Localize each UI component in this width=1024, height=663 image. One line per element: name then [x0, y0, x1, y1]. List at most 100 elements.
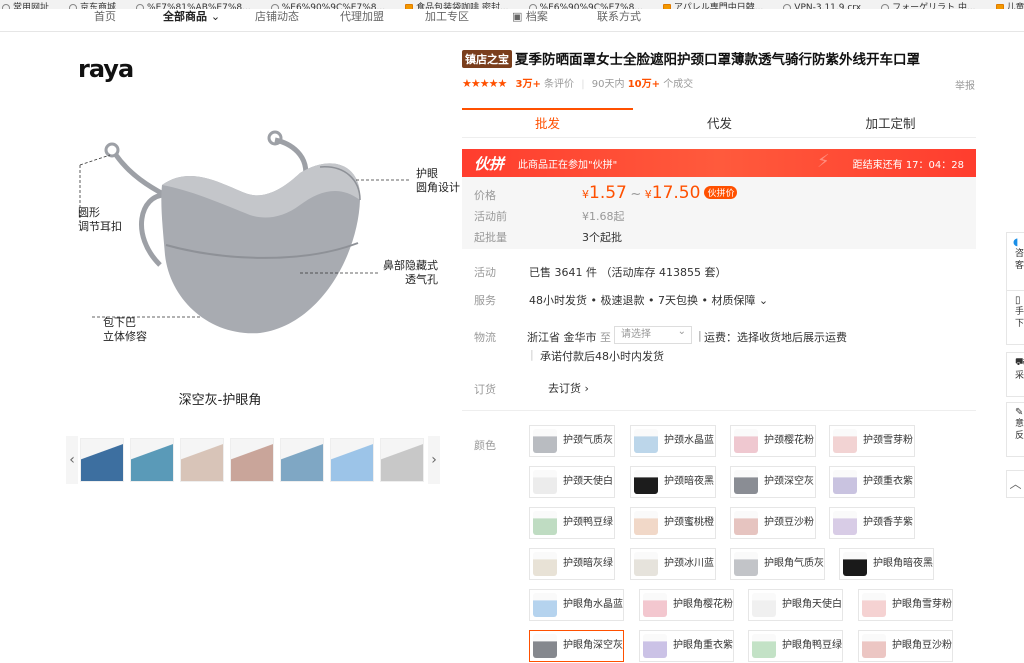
chevron-left-icon[interactable]: ‹	[66, 436, 78, 484]
color-swatch	[752, 634, 776, 658]
review-suffix: 条评价	[544, 79, 575, 90]
sidebar-mobile[interactable]: ▯ 手 下	[1006, 290, 1024, 345]
product-title: 镇店之宝 夏季防晒面罩女士全脸遮阳护颈口罩薄款透气骑行防紫外线开车口罩	[462, 48, 920, 68]
color-swatch	[734, 470, 758, 494]
color-option[interactable]: 护眼角重衣紫	[639, 630, 734, 662]
color-option-label: 护眼角雪芽粉	[892, 599, 952, 610]
color-option[interactable]: 护眼角鸭豆绿	[748, 630, 843, 662]
color-option[interactable]: 护颈深空灰	[730, 466, 816, 498]
color-option[interactable]: 护颈豆沙粉	[730, 507, 816, 539]
phone-icon: ▯	[1015, 295, 1021, 306]
sidebar-consult-label: 咨 客	[1015, 249, 1024, 271]
color-option[interactable]: 护颈水晶蓝	[630, 425, 716, 457]
sidebar-purchase[interactable]: ⛟ 采	[1006, 352, 1024, 397]
destination-select[interactable]: 请选择	[614, 324, 692, 344]
product-thumbnail[interactable]	[330, 438, 374, 482]
countdown: 距结束还有 17：04：28	[852, 160, 964, 171]
color-option[interactable]: 护颈樱花粉	[730, 425, 816, 457]
nav-item-contact[interactable]: 联系方式	[597, 9, 641, 24]
ship-to: 至	[600, 331, 611, 344]
product-thumbnail[interactable]	[280, 438, 324, 482]
product-thumbnail[interactable]	[180, 438, 224, 482]
color-swatch	[833, 511, 857, 535]
color-option[interactable]: 护颈气质灰	[529, 425, 615, 457]
color-option[interactable]: 护眼角天使白	[748, 589, 843, 621]
color-option[interactable]: 护颈暗灰绿	[529, 548, 615, 580]
group-buy-banner: 伙拼 此商品正在参加"伙拼" ⚡ 距结束还有 17：04：28	[462, 149, 976, 177]
tab-dropship[interactable]: 代发	[634, 108, 805, 138]
nav-item-processing[interactable]: 加工专区	[425, 9, 469, 24]
color-option[interactable]: 护颈雪芽粉	[829, 425, 915, 457]
product-thumbnail[interactable]	[80, 438, 124, 482]
color-option-label: 护颈水晶蓝	[664, 435, 714, 446]
product-thumbnail[interactable]	[130, 438, 174, 482]
purchase-tabs: 批发 代发 加工定制	[462, 108, 976, 138]
nav-item-home[interactable]: 首页	[94, 9, 116, 24]
color-option[interactable]: 护颈蜜桃橙	[630, 507, 716, 539]
color-option-label: 护眼角天使白	[782, 599, 842, 610]
color-option[interactable]: 护颈鸭豆绿	[529, 507, 615, 539]
group-buy-logo: 伙拼	[474, 155, 505, 173]
archive-icon: ▣	[512, 10, 523, 23]
color-label: 颜色	[474, 439, 496, 452]
moq-value: 3个起批	[582, 231, 622, 244]
tab-wholesale[interactable]: 批发	[462, 108, 633, 138]
color-swatch	[862, 634, 886, 658]
bookmarks-bar: 常用网址 京东商城 %E7%81%AB%E7%8... %E6%90%9C%E7%8.…	[0, 0, 1024, 9]
product-thumbnail[interactable]	[380, 438, 424, 482]
product-main-image[interactable]	[70, 125, 440, 345]
color-option-label: 护颈雪芽粉	[863, 435, 913, 446]
tab-custom[interactable]: 加工定制	[805, 108, 976, 138]
color-option-label: 护颈蜜桃橙	[664, 517, 714, 528]
sales-period: 90天内	[591, 79, 625, 90]
color-option-label: 护颈暗夜黑	[664, 476, 714, 487]
review-count[interactable]: 3万+	[516, 79, 541, 90]
color-option-label: 护眼角豆沙粉	[892, 640, 952, 651]
color-option[interactable]: 护颈暗夜黑	[630, 466, 716, 498]
ship-from: 浙江省 金华市	[527, 331, 597, 344]
product-thumbnail[interactable]	[230, 438, 274, 482]
sidebar-mobile-label: 手 下	[1015, 307, 1024, 329]
service-value[interactable]: 48小时发货 • 极速退款 • 7天包换 • 材质保障 ⌄	[529, 292, 768, 308]
brand-logo: raya	[78, 55, 134, 83]
sales-count: 10万+	[627, 79, 660, 90]
color-swatch	[533, 634, 557, 658]
color-option-label: 护颈深空灰	[764, 476, 814, 487]
shop-treasure-badge: 镇店之宝	[462, 50, 512, 68]
color-option[interactable]: 护眼角水晶蓝	[529, 589, 624, 621]
report-link[interactable]: 举报	[955, 77, 975, 92]
color-swatch	[533, 511, 557, 535]
color-option-label: 护颈鸭豆绿	[563, 517, 613, 528]
color-swatch	[634, 511, 658, 535]
before-price: ¥1.68起	[582, 210, 625, 223]
color-option-label: 护颈气质灰	[563, 435, 613, 446]
lightning-icon: ⚡	[817, 151, 830, 172]
color-option[interactable]: 护眼角豆沙粉	[858, 630, 953, 662]
color-option[interactable]: 护眼角深空灰	[529, 630, 624, 662]
color-option[interactable]: 护眼角气质灰	[730, 548, 825, 580]
nav-item-agency[interactable]: 代理加盟	[340, 9, 384, 24]
color-option[interactable]: 护颈重衣紫	[829, 466, 915, 498]
color-option[interactable]: 护眼角暗夜黑	[839, 548, 934, 580]
color-swatch	[634, 470, 658, 494]
color-swatch	[752, 593, 776, 617]
color-option[interactable]: 护颈天使白	[529, 466, 615, 498]
go-order-link[interactable]: 去订货 ›	[548, 380, 589, 396]
nav-item-archive[interactable]: ▣ 档案	[512, 9, 548, 24]
nav-item-all-products[interactable]: 全部商品 ⌄	[163, 9, 220, 24]
service-label: 服务	[474, 294, 496, 307]
color-option-label: 护眼角鸭豆绿	[782, 640, 842, 651]
chevron-right-icon[interactable]: ›	[428, 436, 440, 484]
color-option-label: 护颈樱花粉	[764, 435, 814, 446]
back-to-top-button[interactable]: ︿	[1006, 470, 1024, 498]
price-range: ¥1.57 ~ ¥17.50 伙拼价	[582, 183, 738, 203]
color-option[interactable]: 护颈冰川蓝	[630, 548, 716, 580]
color-swatch	[533, 552, 557, 576]
sidebar-feedback[interactable]: ✎ 意 反	[1006, 402, 1024, 457]
nav-item-news[interactable]: 店铺动态	[255, 9, 299, 24]
price-label: 价格	[474, 189, 496, 202]
color-option[interactable]: 护眼角雪芽粉	[858, 589, 953, 621]
color-option[interactable]: 护眼角樱花粉	[639, 589, 734, 621]
before-label: 活动前	[474, 210, 507, 223]
color-option[interactable]: 护颈香芋紫	[829, 507, 915, 539]
